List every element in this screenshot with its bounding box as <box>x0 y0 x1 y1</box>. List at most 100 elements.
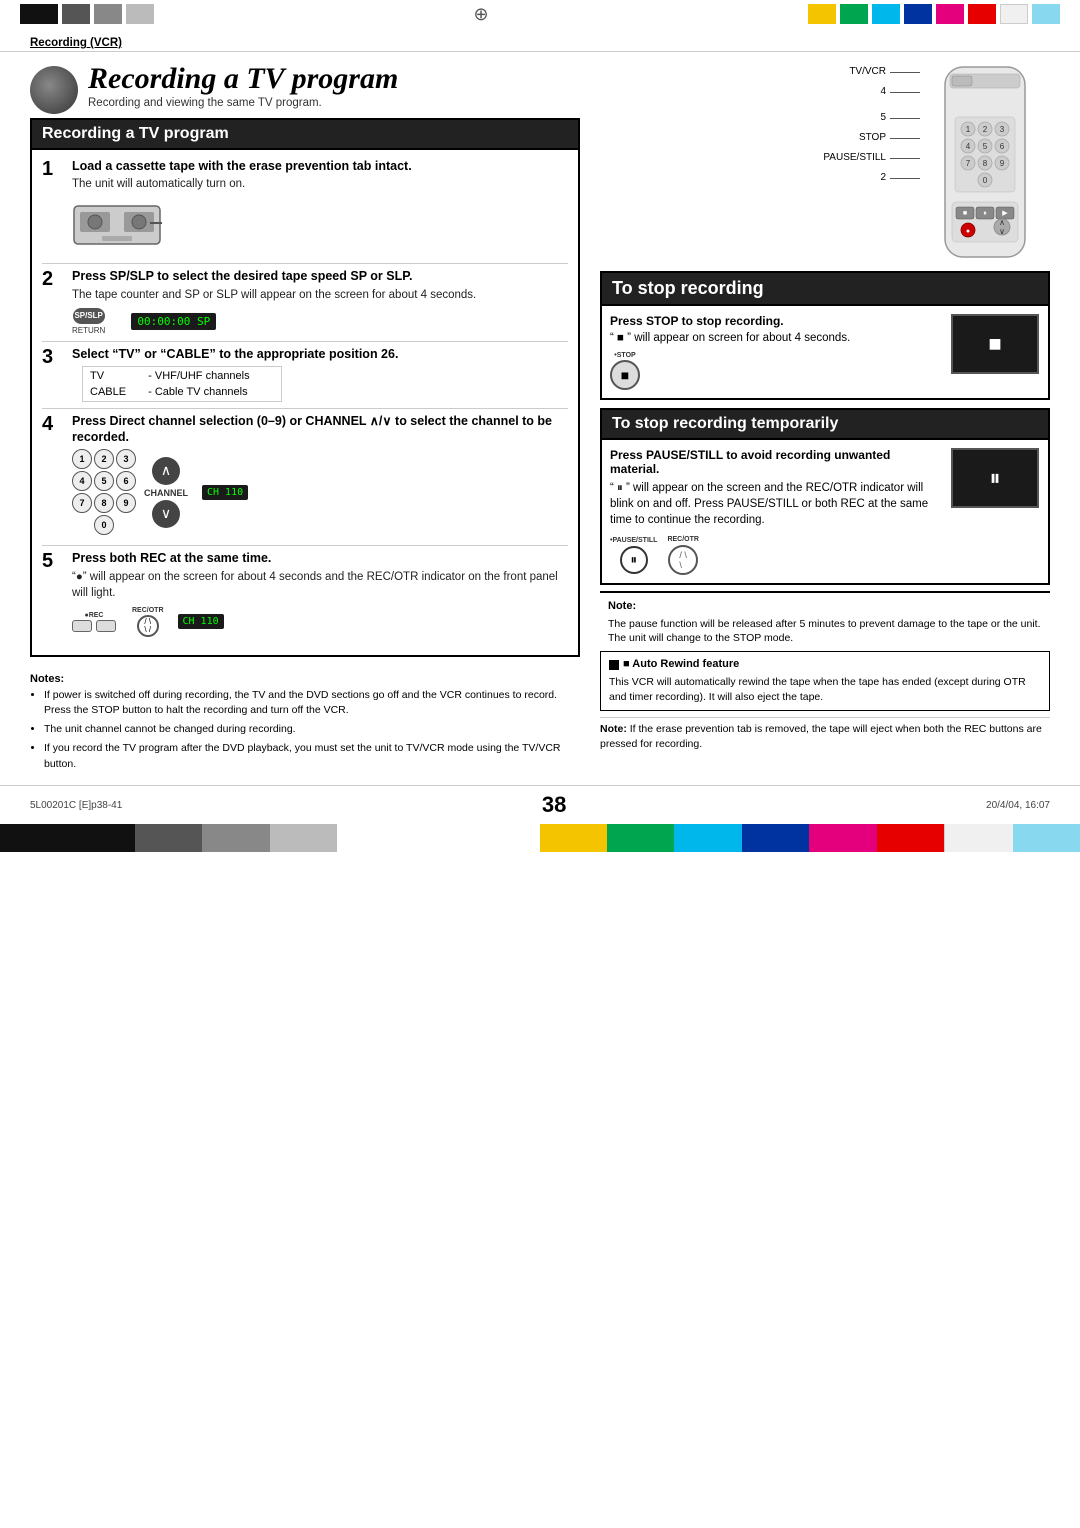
rec-button-left: ●REC <box>72 612 116 632</box>
top-color-bar: ⊕ <box>0 0 1080 28</box>
svg-text:⏸: ⏸ <box>983 210 987 217</box>
num4-label-row: 4 <box>600 82 920 102</box>
svg-text:0: 0 <box>983 176 988 185</box>
num2-label: 2 <box>880 168 886 188</box>
pause-section: To stop recording temporarily Press PAUS… <box>600 408 1050 585</box>
num-8: 8 <box>94 493 114 513</box>
gray-bar-1 <box>62 4 90 24</box>
tape-counter: 00:00:00 SP <box>131 313 216 330</box>
section-label: Recording (VCR) <box>30 37 122 49</box>
cassette-illustration <box>72 198 568 251</box>
note2-box: Note: If the erase prevention tab is rem… <box>600 717 1050 751</box>
note-item-2: The unit channel cannot be changed durin… <box>44 722 580 738</box>
stop-recording-section: To stop recording Press STOP to stop rec… <box>600 271 1050 400</box>
step-3-content: Select “TV” or “CABLE” to the appropriat… <box>72 346 568 402</box>
channel-down-arrow[interactable]: ∨ <box>152 500 180 528</box>
pause-controls-illustration: •PAUSE/STILL ⏸ REC/OTR / \\ <box>610 536 942 575</box>
bottom-color-bar <box>0 824 1080 852</box>
bottom-gray-2 <box>202 824 269 852</box>
step-5-content: Press both REC at the same time. “●” wil… <box>72 550 568 640</box>
footer-right: 20/4/04, 16:07 <box>986 800 1050 811</box>
num-4: 4 <box>72 471 92 491</box>
crosshair-center-icon: ⊕ <box>473 4 488 25</box>
pause-circle-icon: ⏸ <box>620 546 648 574</box>
stop-label: STOP <box>859 128 886 148</box>
step-4-content: Press Direct channel selection (0–9) or … <box>72 413 568 540</box>
bottom-light-blue <box>1013 824 1080 852</box>
step-1-title: Load a cassette tape with the erase prev… <box>72 158 568 174</box>
auto-rewind-header: ■ Auto Rewind feature <box>609 657 1041 672</box>
channel-diagram: 1 2 3 4 5 6 7 8 9 0 <box>72 449 568 535</box>
remote-label-area: TV/VCR 4 5 STOP <box>600 62 920 188</box>
num2-line <box>890 178 920 179</box>
light-blue-bar <box>1032 4 1060 24</box>
step-1-content: Load a cassette tape with the erase prev… <box>72 158 568 257</box>
pause-label-row: PAUSE/STILL <box>600 148 920 168</box>
stop-section-header: To stop recording <box>600 271 1050 304</box>
remote-area: TV/VCR 4 5 STOP <box>600 62 1050 265</box>
num-7: 7 <box>72 493 92 513</box>
note-item-3: If you record the TV program after the D… <box>44 741 580 773</box>
white-bar <box>1000 4 1028 24</box>
bottom-green <box>607 824 674 852</box>
cable-label: CABLE <box>85 385 141 399</box>
vcr-header-bar: Recording (VCR) <box>0 28 1080 52</box>
bottom-cyan <box>674 824 741 852</box>
num-0: 0 <box>94 515 114 535</box>
rec-otr-display: REC/OTR / \\ / <box>132 607 164 637</box>
svg-text:6: 6 <box>1000 142 1005 151</box>
bottom-red <box>877 824 944 852</box>
left-column: Recording a TV program Recording and vie… <box>30 62 580 775</box>
page-number: 38 <box>542 792 566 818</box>
step-2-desc: The tape counter and SP or SLP will appe… <box>72 287 568 303</box>
channel-display: CH 110 <box>202 485 248 500</box>
pause-note-title: Note: <box>608 599 1042 614</box>
stop-right-content: ■ <box>950 314 1040 390</box>
blue-bar <box>904 4 932 24</box>
pause-right-content: ⏸ <box>950 448 1040 575</box>
sp-slp-button: SP/SLP RETURN <box>72 308 105 335</box>
pause-section-header: To stop recording temporarily <box>600 408 1050 438</box>
channel-arrows-area: ∧ CHANNEL ∨ <box>144 457 188 528</box>
step-2-controls: SP/SLP RETURN 00:00:00 SP <box>72 308 568 335</box>
footer-left: 5L00201C [E]p38-41 <box>30 800 122 811</box>
channel-text-label: CHANNEL <box>144 488 188 498</box>
bottom-gray-1 <box>135 824 202 852</box>
notes-list: If power is switched off during recordin… <box>30 688 580 773</box>
tvcvr-label: TV/VCR <box>849 62 886 82</box>
stop-button-illustration: •STOP ■ <box>610 352 942 390</box>
step-1-row: 1 Load a cassette tape with the erase pr… <box>42 158 568 257</box>
sp-slp-oval: SP/SLP <box>73 308 105 324</box>
svg-text:∧: ∧ <box>999 218 1005 227</box>
auto-rewind-title: ■ Auto Rewind feature <box>623 657 739 672</box>
step-3-title: Select “TV” or “CABLE” to the appropriat… <box>72 346 568 362</box>
step-divider-1 <box>42 263 568 264</box>
step-5-row: 5 Press both REC at the same time. “●” w… <box>42 550 568 640</box>
step-1-number: 1 <box>42 158 64 180</box>
cable-desc: - Cable TV channels <box>143 385 279 399</box>
step-4-title: Press Direct channel selection (0–9) or … <box>72 413 568 446</box>
svg-text:■: ■ <box>963 210 967 217</box>
num5-line <box>890 118 920 119</box>
stop-left-content: Press STOP to stop recording. “ ■ ” will… <box>610 314 942 390</box>
tvcvr-line <box>890 72 920 73</box>
tv-cable-table: TV - VHF/UHF channels CABLE - Cable TV c… <box>82 366 282 402</box>
tv-label: TV <box>85 369 141 383</box>
auto-rewind-square-icon <box>609 660 619 670</box>
channel-up-arrow[interactable]: ∧ <box>152 457 180 485</box>
svg-text:1: 1 <box>966 125 971 134</box>
cyan-bar <box>872 4 900 24</box>
pause-left-content: Press PAUSE/STILL to avoid recording unw… <box>610 448 942 575</box>
num-1: 1 <box>72 449 92 469</box>
num2-label-row: 2 <box>600 168 920 188</box>
remote-control-image: 1 2 3 4 5 6 7 8 <box>930 62 1040 262</box>
note2-title: Note: <box>600 723 627 735</box>
bottom-black-bar <box>0 824 135 852</box>
return-label: RETURN <box>72 326 105 335</box>
page-footer: 5L00201C [E]p38-41 38 20/4/04, 16:07 <box>0 785 1080 824</box>
right-column: TV/VCR 4 5 STOP <box>590 62 1050 775</box>
step-5-title: Press both REC at the same time. <box>72 550 568 566</box>
step-4-number: 4 <box>42 413 64 435</box>
pause-symbol: ⏸ <box>989 465 1000 491</box>
stop-step-title: Press STOP to stop recording. <box>610 314 942 328</box>
